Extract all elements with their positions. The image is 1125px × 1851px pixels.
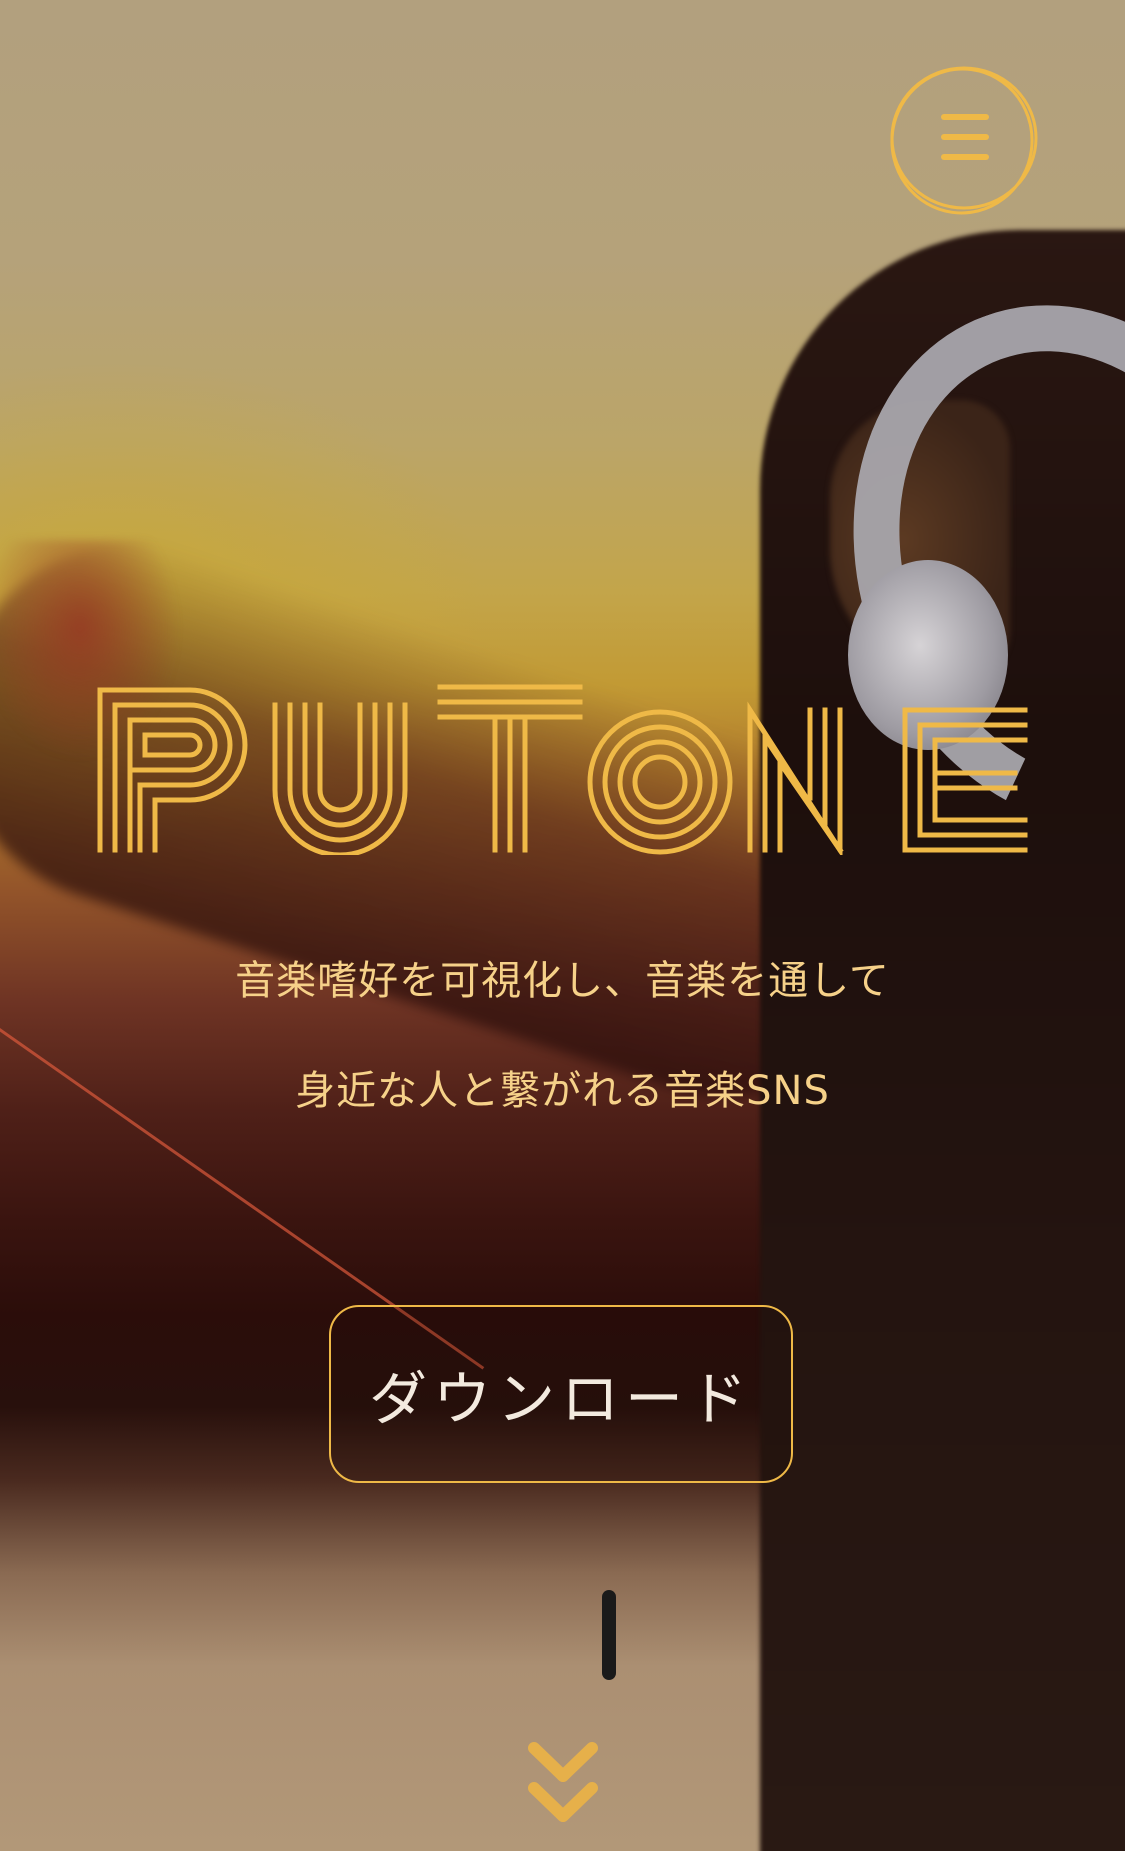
landing-page: PUTONE [0,0,1125,1851]
tagline-line-1: 音楽嗜好を可視化し、音楽を通して [235,958,890,1004]
scroll-down-button[interactable] [528,1742,598,1828]
brand-logo-graphic [97,684,1028,855]
download-button[interactable]: ダウンロード [329,1305,793,1483]
brand-logo: PUTONE [95,680,1030,855]
tagline-line-2: 身近な人と繋がれる音楽SNS [295,1068,830,1114]
download-button-label: ダウンロード [368,1365,753,1433]
hoodie-string [602,1590,616,1680]
double-chevron-down-icon [528,1742,598,1822]
menu-button[interactable] [886,62,1040,216]
hamburger-menu-icon [890,66,1038,215]
